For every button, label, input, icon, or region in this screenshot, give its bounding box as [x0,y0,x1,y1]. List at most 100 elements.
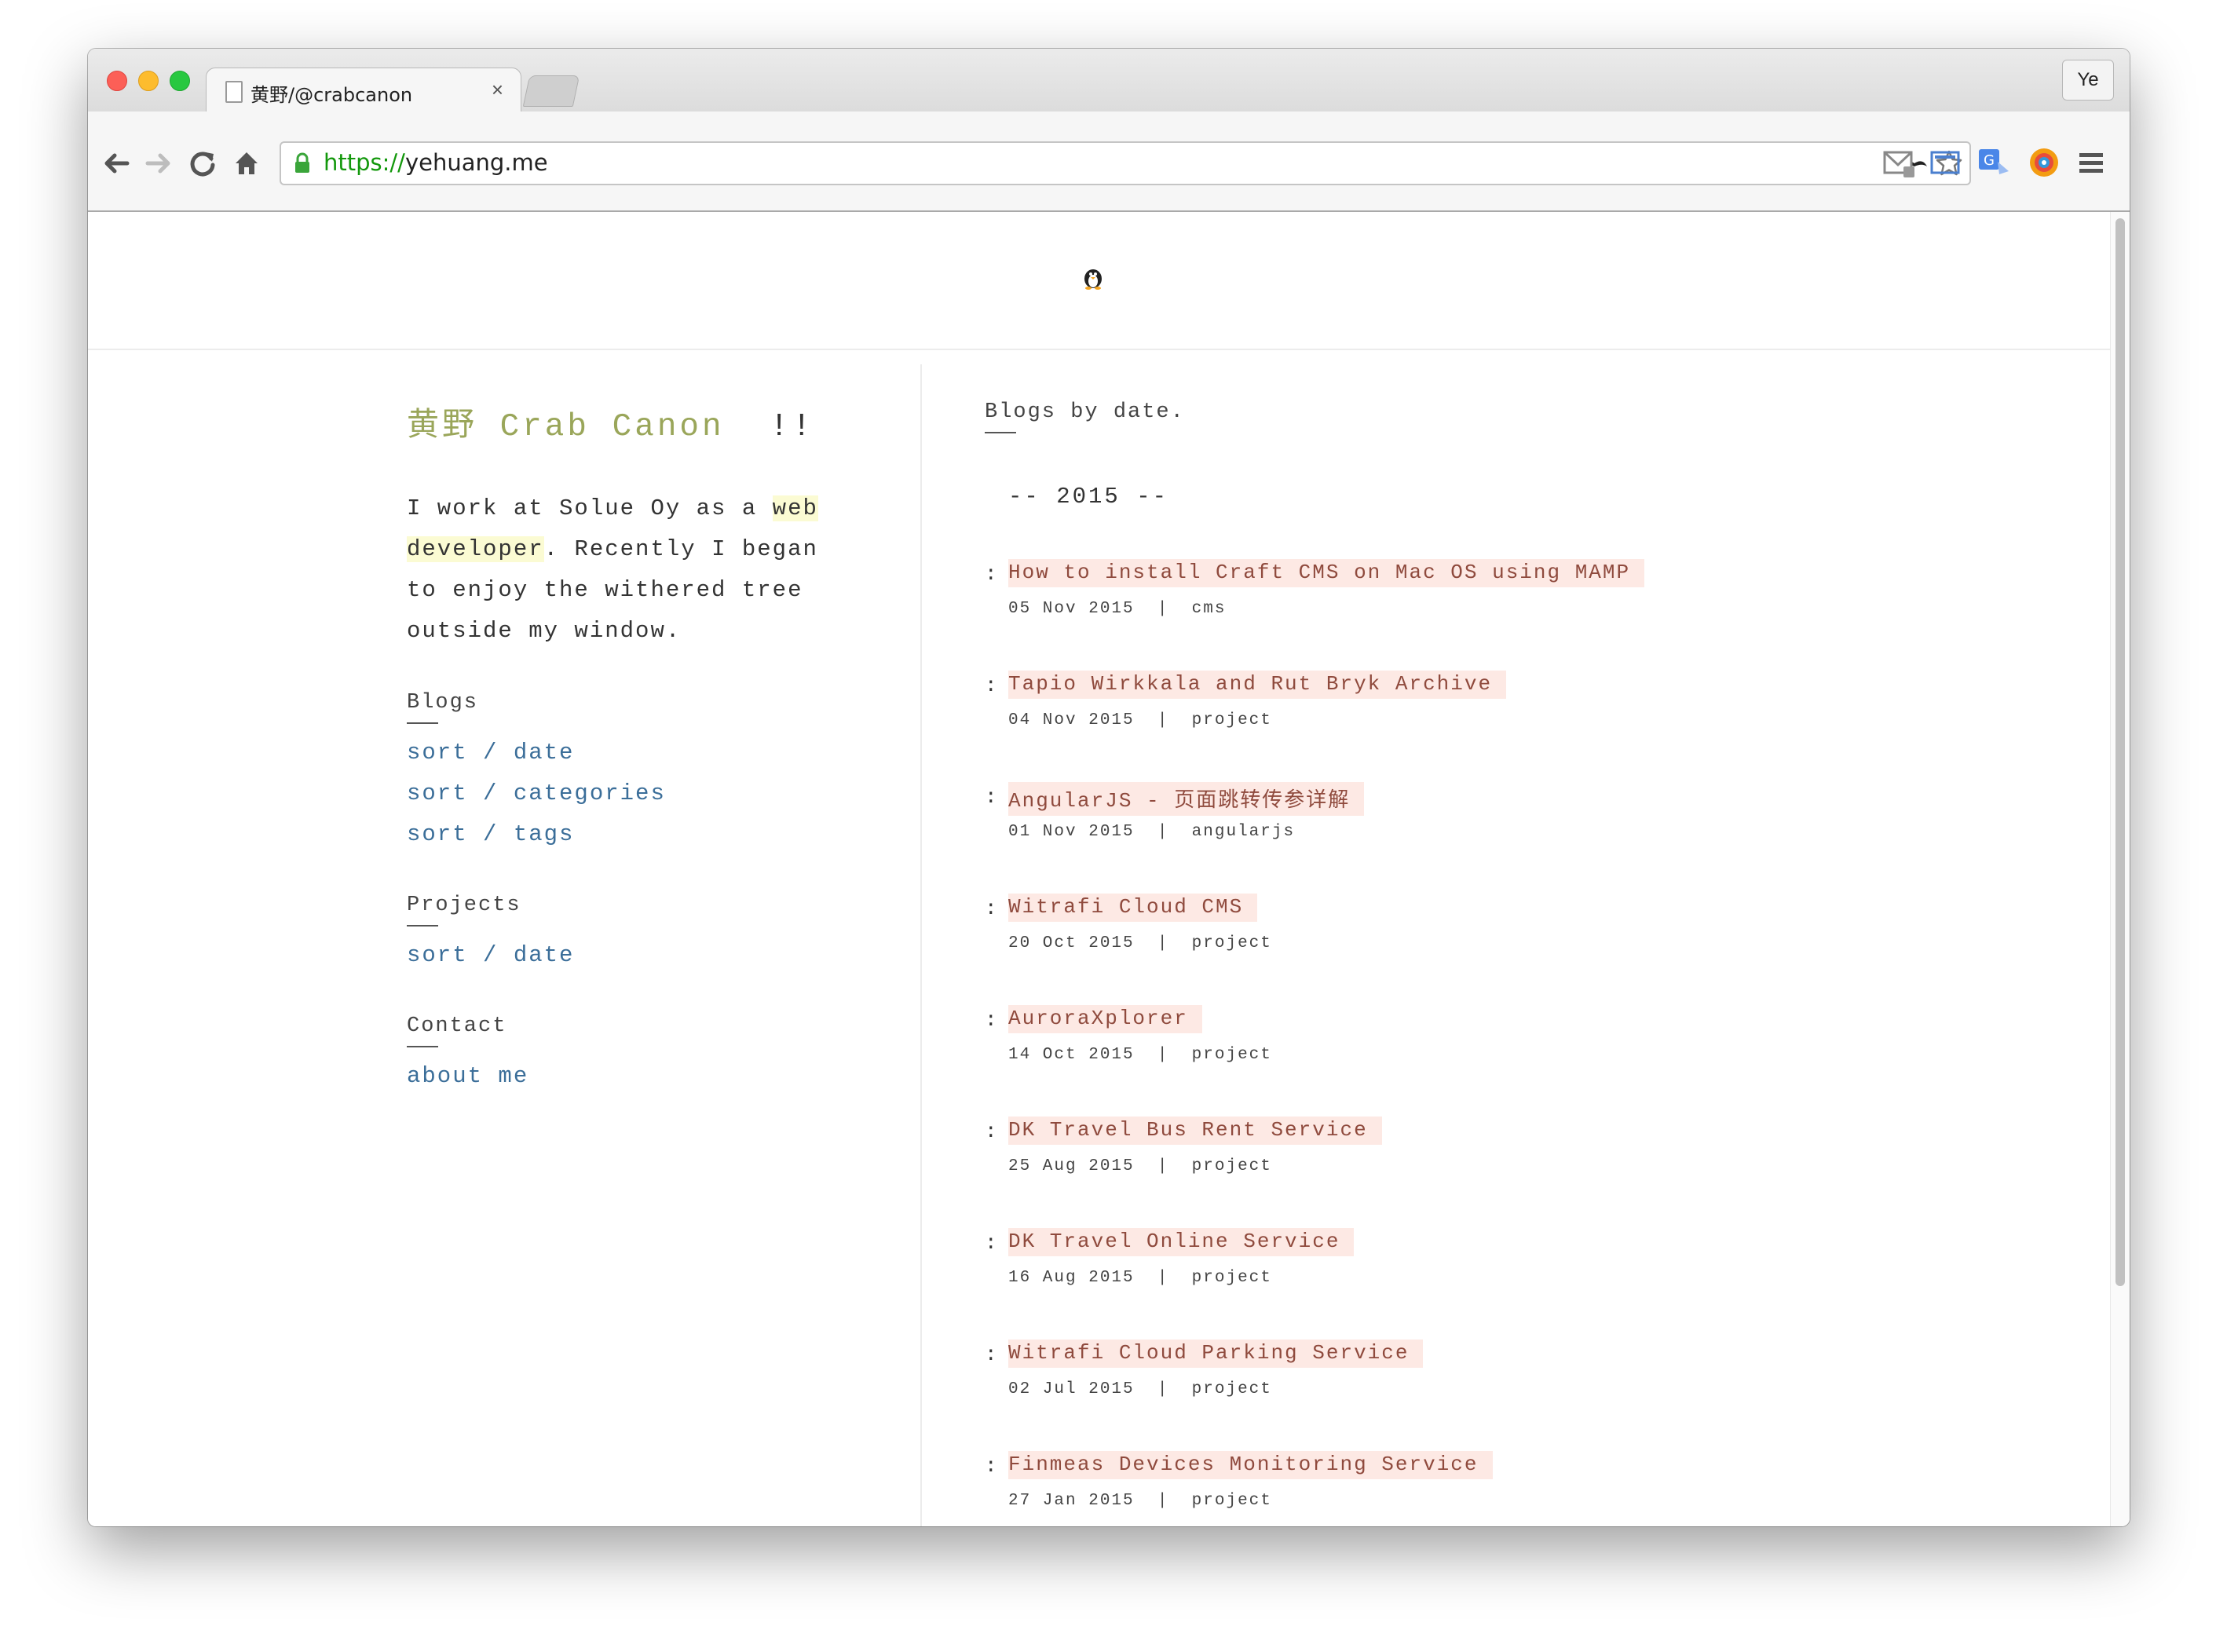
post-title-link[interactable]: DK Travel Online Service [1008,1228,1355,1256]
profile-button[interactable]: Ye [2062,60,2114,101]
back-arrow-icon[interactable] [101,148,132,179]
page-icon [225,81,243,103]
post-bullet: : [985,785,997,809]
year-label: -- 2015 -- [1008,484,1169,510]
intro-highlight-web: web [772,495,818,521]
post-date: 02 Jul 2015 [1008,1380,1135,1398]
post-meta: 04 Nov 2015 | project [1008,711,1272,729]
menu-icon[interactable] [2075,146,2108,179]
post-bullet: : [985,1343,997,1366]
lock-icon [295,152,309,173]
page-viewport: 黄野 Crab Canon !! I work at Solue Oy as a… [88,212,2111,1526]
post-meta-separator: | [1157,711,1169,729]
post-tag-link[interactable]: project [1192,1157,1272,1175]
post-date: 14 Oct 2015 [1008,1046,1135,1064]
projects-sort-date-link[interactable]: sort / date [407,942,574,968]
post-date: 25 Aug 2015 [1008,1157,1135,1175]
post-title-link[interactable]: Tapio Wirkkala and Rut Bryk Archive [1008,671,1507,699]
post-date: 16 Aug 2015 [1008,1269,1135,1287]
post-tag-link[interactable]: project [1192,1380,1272,1398]
url-host: yehuang.me [404,149,548,176]
post-meta: 16 Aug 2015 | project [1008,1269,1272,1287]
post-bullet: : [985,1120,997,1143]
tab-title: 黄野/@crabcanon [250,84,413,106]
about-me-link[interactable]: about me [407,1063,528,1089]
tab-close-button[interactable]: × [492,78,503,102]
maximize-window-button[interactable] [170,71,190,91]
post-tag-link[interactable]: project [1192,934,1272,952]
post-meta-separator: | [1157,823,1169,841]
projects-heading: Projects [407,894,521,927]
address-bar[interactable]: https://yehuang.me [280,141,1971,185]
browser-toolbar: https://yehuang.me G [88,111,2130,212]
post-meta-separator: | [1157,1380,1169,1398]
post-title-link[interactable]: Witrafi Cloud Parking Service [1008,1340,1424,1368]
post-title-link[interactable]: Finmeas Devices Monitoring Service [1008,1451,1493,1479]
contact-heading: Contact [407,1014,507,1047]
minimize-window-button[interactable] [138,71,159,91]
reload-icon[interactable] [187,148,218,179]
post-meta: 27 Jan 2015 | project [1008,1492,1272,1510]
home-icon[interactable] [231,148,262,179]
intro-text: I work at Solue Oy as a web developer. R… [407,488,847,652]
post-bullet: : [985,897,997,920]
post-meta: 02 Jul 2015 | project [1008,1380,1272,1398]
blogs-sort-categories-link[interactable]: sort / categories [407,780,666,806]
color-picker-icon[interactable] [2028,146,2061,179]
penguin-logo-icon[interactable] [1081,265,1106,291]
post-bullet: : [985,1008,997,1032]
post-title-link[interactable]: DK Travel Bus Rent Service [1008,1117,1382,1145]
scrollbar-thumb[interactable] [2115,218,2125,1286]
post-date: 04 Nov 2015 [1008,711,1135,729]
post-tag-link[interactable]: project [1192,1269,1272,1287]
blogs-sort-tags-link[interactable]: sort / tags [407,821,574,847]
post-meta: 25 Aug 2015 | project [1008,1157,1272,1175]
site-header [88,212,2111,350]
site-title-suffix: !! [769,409,815,445]
post-bullet: : [985,1231,997,1255]
post-title-link[interactable]: AuroraXplorer [1008,1005,1202,1033]
post-date: 05 Nov 2015 [1008,600,1135,618]
forward-arrow-icon[interactable] [143,148,174,179]
post-tag-link[interactable]: cms [1192,600,1227,618]
intro-highlight-developer: developer [407,536,544,562]
post-meta-separator: | [1157,1046,1169,1064]
post-tag-link[interactable]: project [1192,1046,1272,1064]
post-bullet: : [985,562,997,586]
post-date: 27 Jan 2015 [1008,1492,1135,1510]
new-tab-button[interactable] [522,75,580,107]
post-tag-link[interactable]: project [1192,1492,1272,1510]
url-text: https://yehuang.me [324,149,548,176]
post-meta: 05 Nov 2015 | cms [1008,600,1226,618]
blogs-sort-date-link[interactable]: sort / date [407,740,574,766]
post-title-link[interactable]: How to install Craft CMS on Mac OS using… [1008,559,1645,587]
column-divider [920,364,922,1526]
post-title-link[interactable]: AngularJS - 页面跳转传参详解 [1008,782,1365,816]
google-translate-icon[interactable]: G [1977,146,2010,179]
browser-tab[interactable]: 黄野/@crabcanon × [206,68,521,114]
post-tag-link[interactable]: angularjs [1192,823,1295,841]
screen-capture-icon[interactable] [1929,146,1962,179]
post-meta-separator: | [1157,1157,1169,1175]
url-scheme: https:// [324,149,405,176]
blogs-by-date-heading: Blogs by date. [985,400,1185,433]
post-meta-separator: | [1157,1492,1169,1510]
intro-before: I work at Solue Oy as a [407,495,773,521]
post-meta-separator: | [1157,934,1169,952]
post-date: 20 Oct 2015 [1008,934,1135,952]
post-tag-link[interactable]: project [1192,711,1272,729]
post-date: 01 Nov 2015 [1008,823,1135,841]
post-meta-separator: | [1157,1269,1169,1287]
title-bar: 黄野/@crabcanon × Ye [88,49,2130,114]
post-meta-separator: | [1157,600,1169,618]
post-meta: 01 Nov 2015 | angularjs [1008,823,1295,841]
gmail-extension-icon[interactable] [1883,146,1916,179]
post-meta: 20 Oct 2015 | project [1008,934,1272,952]
scrollbar[interactable] [2110,212,2130,1526]
site-title[interactable]: 黄野 Crab Canon !! [407,397,814,445]
post-bullet: : [985,1454,997,1478]
post-title-link[interactable]: Witrafi Cloud CMS [1008,894,1258,922]
svg-text:G: G [1984,152,1995,169]
close-window-button[interactable] [107,71,127,91]
blogs-heading: Blogs [407,691,479,724]
